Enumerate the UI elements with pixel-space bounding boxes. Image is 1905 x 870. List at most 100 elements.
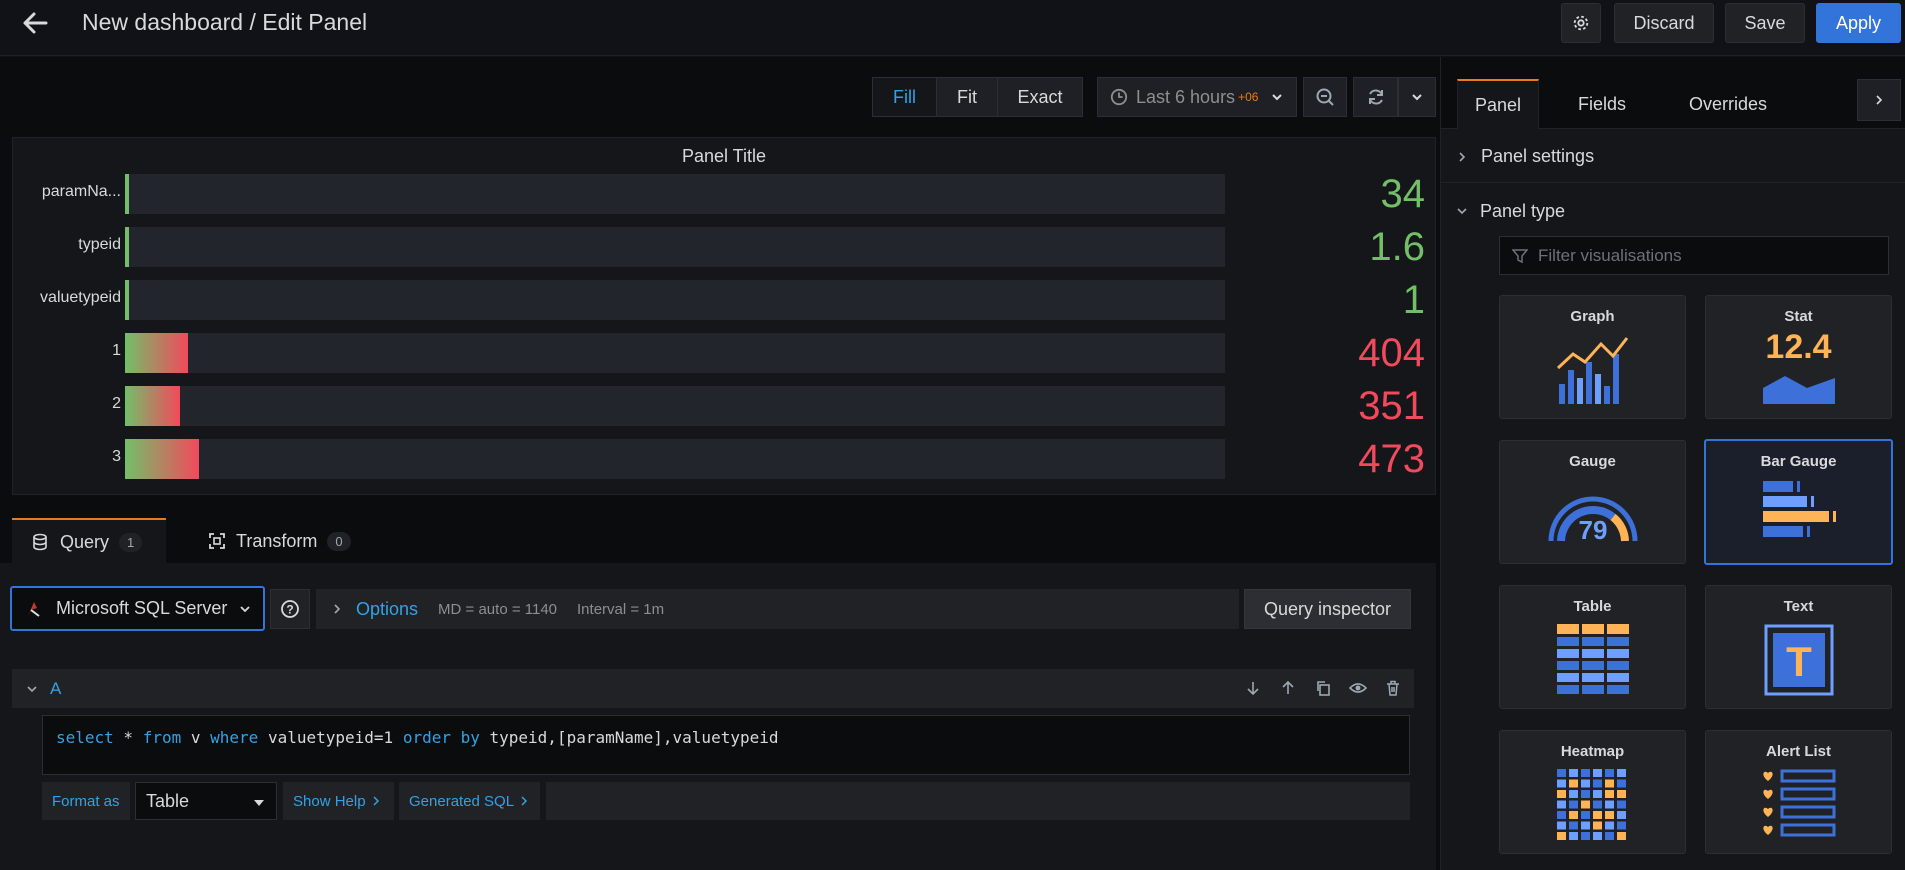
tab-overrides[interactable]: Overrides [1663,79,1793,129]
page-title: New dashboard / Edit Panel [82,9,368,35]
query-options-bar[interactable]: Options MD = auto = 1140 Interval = 1m [316,589,1239,629]
tab-transform-count: 0 [327,531,351,551]
format-as-select[interactable]: Table [135,782,277,820]
tab-fields[interactable]: Fields [1553,79,1651,129]
viz-alert-list[interactable]: Alert List [1705,730,1892,854]
options-label: Options [356,598,419,619]
chevron-right-icon [521,796,528,806]
tab-query-count: 1 [119,532,143,552]
filter-icon [1512,248,1528,263]
bar-gauge-track [125,439,1225,479]
panel-type-label: Panel type [1480,200,1566,221]
timezone-offset: +06 [1238,90,1259,104]
viz-stat[interactable]: Stat 12.4 [1705,295,1892,419]
bar-gauge-value: 1.6 [1369,225,1425,269]
text-preview-letter: T [1786,638,1812,685]
stat-sparkline-icon [1762,376,1835,404]
format-as-value: Table [146,790,190,811]
question-circle-icon: ? [281,600,299,618]
bar-gauge-value: 404 [1358,331,1425,375]
chevron-right-icon [1459,151,1466,162]
filter-visualisations-input[interactable]: Filter visualisations [1499,236,1889,275]
bar-gauge-fill [125,333,188,373]
generated-sql-button[interactable]: Generated SQL [399,782,540,820]
panel-settings-gear-button[interactable] [1561,3,1601,43]
bar-gauge-row: valuetypeid 1 [13,278,1435,322]
trash-icon[interactable] [1384,679,1402,697]
bar-gauge-track [125,386,1225,426]
viz-gauge[interactable]: Gauge 79 [1499,440,1686,564]
sql-text: * [113,728,143,747]
tab-query[interactable]: Query 1 [12,518,166,564]
bar-gauge-row: 2 351 [13,384,1435,428]
eye-icon[interactable] [1349,679,1367,697]
bar-gauge-value: 473 [1358,437,1425,481]
bar-gauge-row: typeid 1.6 [13,225,1435,269]
view-mode-exact[interactable]: Exact [998,78,1082,116]
caret-down-icon [254,800,264,806]
discard-button[interactable]: Discard [1614,3,1714,43]
chevron-down-icon [1457,208,1467,215]
time-range-picker[interactable]: Last 6 hours +06 [1097,77,1297,117]
show-help-button[interactable]: Show Help [283,782,394,820]
datasource-name: Microsoft SQL Server [56,598,228,618]
viz-bar-gauge[interactable]: Bar Gauge [1704,439,1893,565]
apply-button[interactable]: Apply [1816,3,1901,43]
format-as-label: Format as [42,782,130,820]
query-footer-filler [546,782,1410,820]
viz-text[interactable]: Text T [1705,585,1892,709]
zoom-out-icon [1316,88,1334,106]
sql-text: typeid,[paramName],valuetypeid [479,728,779,747]
refresh-icon [1368,89,1383,105]
datasource-help-button[interactable]: ? [270,589,310,629]
top-bar: New dashboard / Edit Panel Discard Save … [0,0,1905,56]
gear-icon [1573,15,1589,31]
alert-list-icon [1762,769,1835,837]
viz-table[interactable]: Table [1499,585,1686,709]
panel-settings-section[interactable]: Panel settings [1441,131,1905,183]
bar-gauge-track [125,174,1225,214]
time-range-label: Last 6 hours [1136,86,1236,107]
bar-gauge-fill [125,174,130,214]
sql-keyword: from [142,728,182,747]
collapse-options-button[interactable] [1857,79,1901,121]
bar-gauge-row: 3 473 [13,437,1435,481]
view-mode-fit[interactable]: Fit [937,78,998,116]
query-inspector-button[interactable]: Query inspector [1244,589,1411,629]
show-help-label: Show Help [293,792,366,810]
query-row-actions [1244,679,1402,697]
view-mode-fill[interactable]: Fill [873,78,937,116]
viz-graph[interactable]: Graph [1499,295,1686,419]
viz-heatmap[interactable]: Heatmap [1499,730,1686,854]
tab-transform-label: Transform [236,530,318,551]
refresh-button[interactable] [1353,77,1398,117]
datasource-picker[interactable]: Microsoft SQL Server [10,586,265,631]
query-row-header[interactable]: A [12,669,1414,708]
gauge-preview-value: 79 [1578,515,1607,545]
sql-server-icon [28,601,40,617]
chevron-right-icon [334,604,341,614]
bar-gauge-track [125,333,1225,373]
bar-gauge-label: paramNa... [41,183,121,200]
move-up-icon[interactable] [1279,679,1297,697]
sql-keyword: order by [402,728,480,747]
tab-transform[interactable]: Transform 0 [208,518,378,564]
duplicate-icon[interactable] [1314,679,1332,697]
bar-gauge-value: 34 [1380,172,1426,216]
bar-gauge-track [125,280,1225,320]
back-arrow-icon[interactable] [18,6,52,40]
sql-text: valuetypeid=1 [258,728,403,747]
refresh-interval-dropdown[interactable] [1398,77,1436,117]
query-tabs: Query 1 Transform 0 [12,518,1436,564]
zoom-out-button[interactable] [1303,77,1347,117]
sql-editor[interactable]: select * from v where valuetypeid=1 orde… [42,715,1410,775]
panel-type-section[interactable]: Panel type [1441,185,1905,237]
tab-panel[interactable]: Panel [1457,79,1539,129]
gauge-icon: 79 [1548,496,1637,545]
filter-placeholder: Filter visualisations [1538,245,1682,265]
max-data-points-text: MD = auto = 1140 [438,600,558,618]
save-button[interactable]: Save [1725,3,1805,43]
graph-icon [1556,337,1628,404]
move-down-icon[interactable] [1244,679,1262,697]
bar-gauge-fill [125,280,129,320]
